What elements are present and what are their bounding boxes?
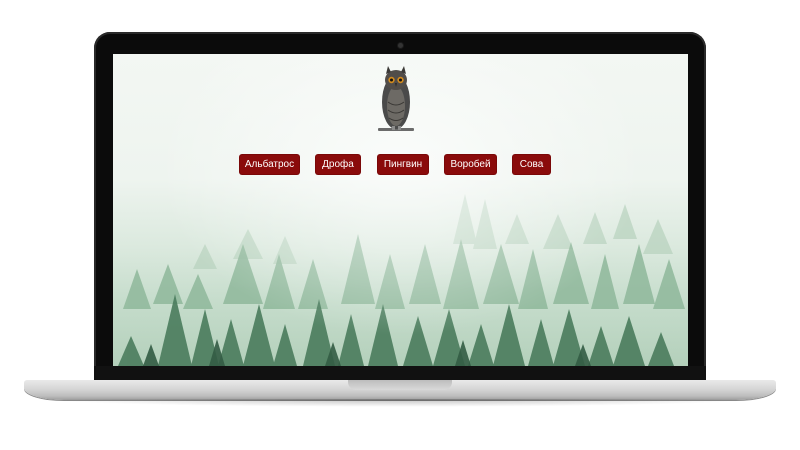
camera-icon [398, 43, 403, 48]
laptop-mockup: Альбатрос Дрофа Пингвин Воробей Сова [0, 0, 800, 450]
nav-button-albatross[interactable]: Альбатрос [240, 155, 299, 174]
nav-button-bustard[interactable]: Дрофа [316, 155, 360, 174]
nav-button-sparrow[interactable]: Воробей [445, 155, 496, 174]
nav-button-penguin[interactable]: Пингвин [378, 155, 428, 174]
nav-button-owl[interactable]: Сова [513, 155, 550, 174]
base-shadow [40, 399, 760, 407]
owl-icon [376, 62, 416, 140]
trackpad-notch [348, 380, 452, 390]
bird-nav: Альбатрос Дрофа Пингвин Воробей Сова [113, 155, 688, 175]
website-screen: Альбатрос Дрофа Пингвин Воробей Сова [113, 54, 688, 366]
